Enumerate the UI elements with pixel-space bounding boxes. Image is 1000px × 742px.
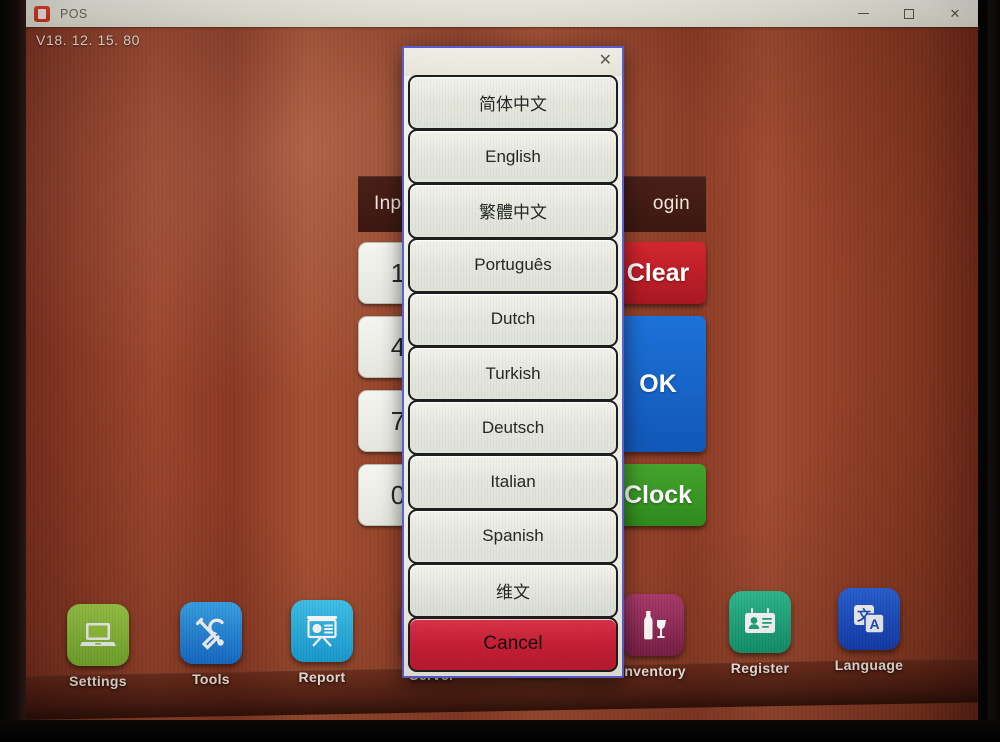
window-title: POS	[60, 6, 88, 21]
language-option-traditional-chinese[interactable]: 繁體中文	[408, 183, 618, 239]
language-dialog-titlebar: ✕	[404, 48, 622, 76]
maximize-button[interactable]	[886, 0, 932, 27]
wine-bottle-icon	[622, 594, 684, 656]
id-badge-icon	[729, 591, 791, 653]
language-dialog: ✕ 简体中文 English 繁體中文 Português Dutch Turk…	[402, 46, 624, 678]
language-option-uyghur[interactable]: 维文	[408, 562, 618, 618]
version-label: V18. 12. 15. 80	[36, 32, 140, 48]
language-option-dutch[interactable]: Dutch	[408, 291, 618, 347]
laptop-icon	[67, 604, 129, 666]
taskbar-item-settings[interactable]: Settings	[50, 604, 146, 689]
taskbar-item-register[interactable]: Register	[712, 591, 808, 676]
taskbar-item-language[interactable]: 文 A Language	[821, 588, 917, 673]
close-button[interactable]: ✕	[932, 0, 978, 27]
maximize-icon	[904, 8, 914, 19]
clock-button[interactable]: Clock	[610, 464, 706, 526]
minimize-icon	[857, 13, 869, 14]
language-option-italian[interactable]: Italian	[408, 454, 618, 510]
tools-icon	[180, 602, 242, 664]
language-list: 简体中文 English 繁體中文 Português Dutch Turkis…	[404, 75, 622, 676]
taskbar-label: Settings	[69, 673, 127, 689]
language-option-spanish[interactable]: Spanish	[408, 508, 618, 564]
taskbar-label: Language	[834, 657, 904, 673]
language-option-simplified-chinese[interactable]: 简体中文	[408, 75, 618, 131]
language-option-deutsch[interactable]: Deutsch	[408, 400, 618, 456]
taskbar-label: Register	[730, 660, 790, 676]
language-option-turkish[interactable]: Turkish	[408, 345, 618, 402]
taskbar-label: Report	[298, 669, 346, 685]
login-header-left-text: Inp	[374, 193, 402, 214]
pos-screen: POS ✕ V18. 12. 15. 80 Inp ogin 1 4 7 0 C…	[0, 0, 1000, 742]
close-icon[interactable]: ✕	[599, 51, 612, 71]
clear-button[interactable]: Clear	[610, 242, 706, 304]
bezel-right	[988, 0, 1000, 742]
cancel-button[interactable]: Cancel	[408, 616, 618, 673]
bezel-bottom	[0, 720, 1000, 742]
translate-icon: 文 A	[838, 588, 900, 650]
login-header-right-text: ogin	[652, 193, 690, 214]
window-titlebar: POS ✕	[22, 0, 978, 27]
minimize-button[interactable]	[840, 0, 886, 27]
ok-button[interactable]: OK	[610, 316, 706, 452]
taskbar-label: Tools	[192, 671, 230, 687]
language-option-english[interactable]: English	[408, 129, 618, 185]
taskbar-item-tools[interactable]: Tools	[163, 602, 259, 687]
window-controls: ✕	[840, 0, 978, 27]
pos-app-icon	[34, 5, 50, 22]
presentation-icon	[291, 600, 353, 662]
taskbar-item-report[interactable]: Report	[274, 600, 370, 685]
svg-text:A: A	[869, 616, 879, 632]
language-option-portugues[interactable]: Português	[408, 237, 618, 293]
